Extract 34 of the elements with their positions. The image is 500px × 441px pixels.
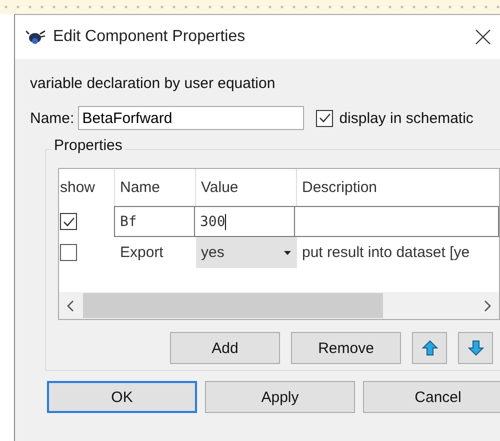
checkbox[interactable]	[60, 213, 77, 230]
horizontal-scrollbar[interactable]	[59, 292, 499, 319]
group-title: Properties	[51, 137, 126, 154]
window-title: Edit Component Properties	[53, 28, 246, 46]
close-icon[interactable]	[475, 29, 491, 45]
checkbox[interactable]	[316, 110, 334, 126]
column-header[interactable]: Description	[297, 169, 499, 206]
dropdown-arrow-icon	[284, 250, 291, 254]
scroll-left-icon[interactable]	[67, 300, 75, 312]
dialog-button[interactable]: Apply	[205, 381, 355, 413]
name-label: Name:	[30, 110, 74, 126]
up-arrow-icon	[422, 340, 438, 356]
table-cell[interactable]	[294, 206, 499, 237]
column-header[interactable]: show	[59, 169, 115, 206]
bug-icon	[26, 28, 46, 46]
table-button[interactable]: Add	[170, 332, 280, 364]
scroll-right-icon[interactable]	[483, 300, 491, 312]
name-field[interactable]: BetaForfward	[78, 106, 304, 130]
table-button[interactable]: Remove	[291, 332, 401, 364]
move-up-button[interactable]	[412, 332, 447, 364]
value-field[interactable]: 300	[194, 206, 295, 237]
table-cell[interactable]: Bf	[114, 206, 195, 237]
check-icon	[318, 112, 332, 124]
table-cell-text: put result into dataset [ye	[301, 243, 471, 263]
value-dropdown[interactable]: yes	[196, 237, 297, 268]
dialog-button[interactable]: Cancel	[363, 381, 500, 413]
move-down-button[interactable]	[458, 332, 493, 364]
description-text: variable declaration by user equation	[30, 75, 276, 94]
checkbox-label: display in schematic	[339, 110, 474, 126]
check-icon	[62, 216, 76, 228]
down-arrow-icon	[468, 340, 484, 356]
checkbox[interactable]	[60, 244, 77, 261]
dialog-button[interactable]: OK	[47, 381, 197, 413]
table-cell-text: Export	[119, 243, 164, 263]
